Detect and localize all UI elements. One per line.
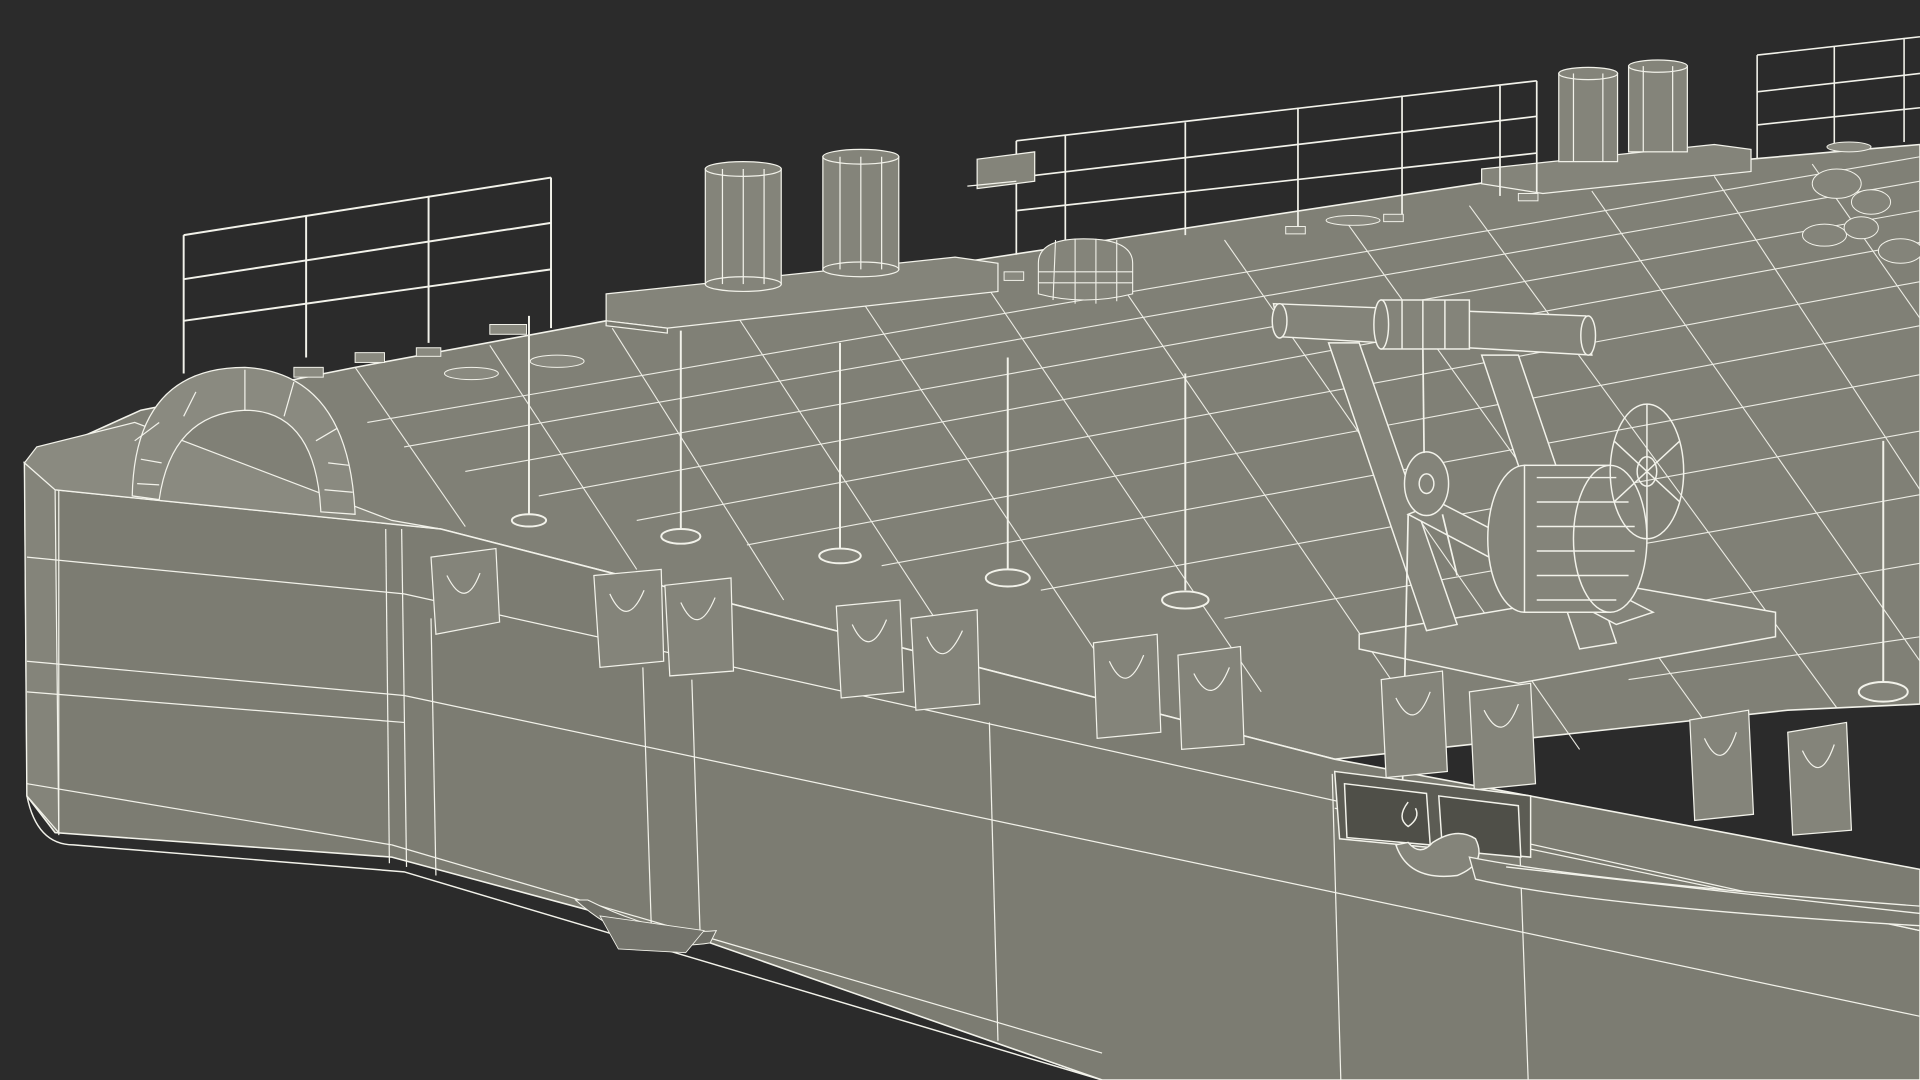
render-viewport bbox=[0, 0, 1920, 1080]
rope-coil bbox=[1037, 238, 1134, 304]
barge-wireframe-scene bbox=[0, 0, 1920, 1080]
